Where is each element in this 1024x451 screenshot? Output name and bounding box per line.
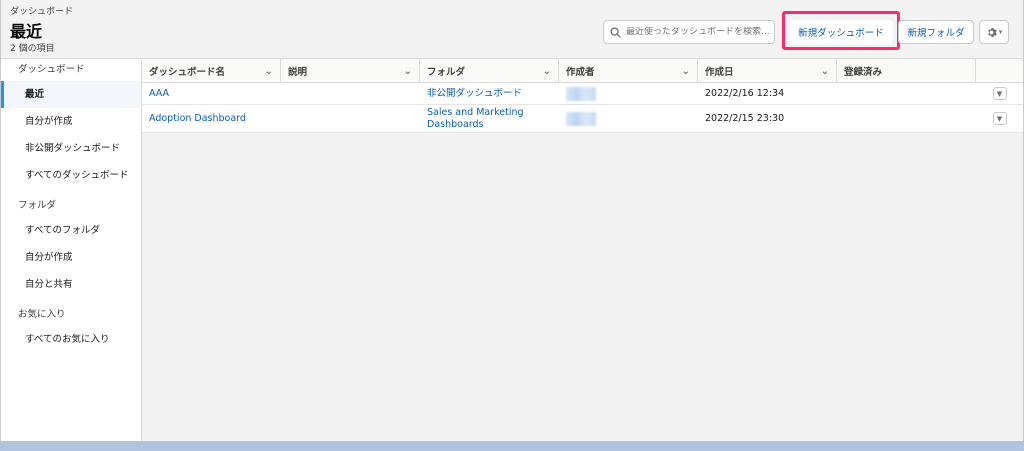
column-label: 作成者 xyxy=(566,67,595,78)
chevron-down-icon[interactable]: ⌄ xyxy=(265,66,273,77)
created-date-cell: 2022/2/16 12:34 xyxy=(705,88,785,99)
sidebar-heading-dashboards: ダッシュボード xyxy=(18,64,85,75)
item-count: 2 個の項目 xyxy=(10,44,55,54)
column-header-name[interactable]: ダッシュボード名 ⌄ xyxy=(142,59,281,83)
app-frame: ダッシュボード 最近 2 個の項目 新規ダッシュボード 新規フォルダ ▾ ダッシ… xyxy=(0,0,1024,441)
column-header-created-date[interactable]: 作成日 ⌄ xyxy=(698,59,837,83)
column-label: 登録済み xyxy=(844,67,883,78)
settings-menu-button[interactable]: ▾ xyxy=(979,20,1009,44)
subscribed-cell xyxy=(837,83,976,104)
table-header: ダッシュボード名 ⌄ 説明 ⌄ フォルダ ⌄ 作成者 ⌄ 作成日 ⌄ 登録済み xyxy=(142,59,1023,83)
column-label: フォルダ xyxy=(427,67,466,78)
chevron-down-icon[interactable]: ⌄ xyxy=(821,66,829,77)
sidebar-item-shared-with-me[interactable]: 自分と共有 xyxy=(1,271,141,298)
chevron-down-icon: ▾ xyxy=(998,28,1003,36)
column-header-subscribed[interactable]: 登録済み xyxy=(837,59,976,83)
dashboard-name-link[interactable]: AAA xyxy=(149,88,169,100)
chevron-down-icon: ▼ xyxy=(996,89,1003,98)
sidebar-item-private-dashboards[interactable]: 非公開ダッシュボード xyxy=(1,135,141,162)
sidebar-heading-folders: フォルダ xyxy=(18,200,57,211)
folder-link[interactable]: 非公開ダッシュボード xyxy=(427,88,522,100)
column-label: 説明 xyxy=(288,67,308,78)
redacted-creator xyxy=(566,86,596,101)
redacted-creator xyxy=(566,111,596,126)
sidebar: ダッシュボード 最近 自分が作成 非公開ダッシュボード すべてのダッシュボード … xyxy=(1,59,142,441)
column-label: 作成日 xyxy=(705,67,734,78)
table-row: Adoption Dashboard Sales and Marketing D… xyxy=(142,105,1023,133)
created-date-cell: 2022/2/15 23:30 xyxy=(705,113,785,124)
chevron-down-icon[interactable]: ⌄ xyxy=(404,66,412,77)
chevron-down-icon: ▼ xyxy=(996,114,1003,123)
column-header-folder[interactable]: フォルダ ⌄ xyxy=(420,59,559,83)
page-title: 最近 xyxy=(10,22,43,41)
new-folder-button[interactable]: 新規フォルダ xyxy=(898,20,974,44)
column-header-actions xyxy=(976,59,1023,83)
folder-link[interactable]: Sales and Marketing Dashboards xyxy=(427,107,552,131)
dashboard-table: ダッシュボード名 ⌄ 説明 ⌄ フォルダ ⌄ 作成者 ⌄ 作成日 ⌄ 登録済み xyxy=(142,59,1023,441)
sidebar-item-created-by-me[interactable]: 自分が作成 xyxy=(1,108,141,135)
breadcrumb[interactable]: ダッシュボード xyxy=(10,4,73,17)
column-header-created-by[interactable]: 作成者 ⌄ xyxy=(559,59,698,83)
sidebar-item-all-favorites[interactable]: すべてのお気に入り xyxy=(1,326,141,353)
row-actions-button[interactable]: ▼ xyxy=(992,87,1007,100)
dashboard-name-link[interactable]: Adoption Dashboard xyxy=(149,113,246,125)
sidebar-item-folders-created-by-me[interactable]: 自分が作成 xyxy=(1,244,141,271)
column-header-description[interactable]: 説明 ⌄ xyxy=(281,59,420,83)
sidebar-heading-favorites: お気に入り xyxy=(18,309,66,320)
search-input[interactable] xyxy=(626,27,771,37)
search-icon xyxy=(610,26,621,38)
sidebar-item-all-folders[interactable]: すべてのフォルダ xyxy=(1,217,141,244)
search-box[interactable] xyxy=(603,20,775,44)
table-row: AAA 非公開ダッシュボード 2022/2/16 12:34 ▼ xyxy=(142,83,1023,105)
new-dashboard-button[interactable]: 新規ダッシュボード xyxy=(789,20,893,44)
column-label: ダッシュボード名 xyxy=(149,67,226,78)
subscribed-cell xyxy=(837,105,976,132)
chevron-down-icon[interactable]: ⌄ xyxy=(543,66,551,77)
chevron-down-icon[interactable]: ⌄ xyxy=(682,66,690,77)
sidebar-item-recent[interactable]: 最近 xyxy=(1,81,141,108)
description-cell xyxy=(281,105,420,132)
row-actions-button[interactable]: ▼ xyxy=(992,112,1007,125)
description-cell xyxy=(281,83,420,104)
page-header: ダッシュボード 最近 2 個の項目 新規ダッシュボード 新規フォルダ ▾ xyxy=(1,0,1023,59)
sidebar-item-all-dashboards[interactable]: すべてのダッシュボード xyxy=(1,162,141,189)
gear-icon xyxy=(987,27,997,37)
